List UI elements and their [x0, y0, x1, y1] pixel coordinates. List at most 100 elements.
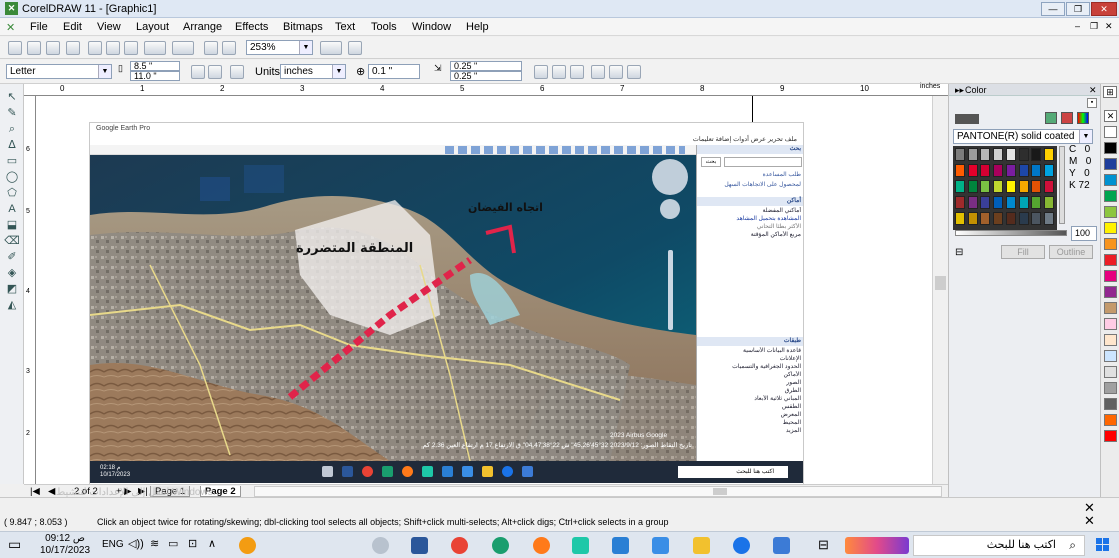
palette-swatch[interactable]: [1104, 126, 1117, 138]
ge-look-control-icon[interactable]: [652, 159, 688, 195]
text-tool-icon[interactable]: A: [4, 202, 20, 216]
ge-search-button[interactable]: بحث: [701, 157, 721, 167]
ge-mail-icon[interactable]: [442, 466, 453, 477]
taskbar-app-icon[interactable]: [372, 537, 389, 554]
color-models-icon[interactable]: [1061, 112, 1073, 124]
ellipse-tool-icon[interactable]: ◯: [4, 170, 20, 184]
duplicate-y-field[interactable]: 0.25 ": [450, 71, 522, 81]
doc-close-button[interactable]: ✕: [1105, 21, 1113, 32]
pantone-swatch[interactable]: [1031, 148, 1042, 161]
outline-button[interactable]: Outline: [1049, 245, 1093, 259]
pantone-swatch[interactable]: [1031, 180, 1042, 193]
pantone-swatch[interactable]: [1043, 148, 1054, 161]
zoom-tool-icon[interactable]: ⌕: [4, 122, 20, 136]
restore-button[interactable]: ❐: [1066, 2, 1090, 16]
pantone-swatch[interactable]: [1005, 180, 1016, 193]
page-height-field[interactable]: 11.0 ": [130, 71, 180, 81]
print-icon[interactable]: [66, 41, 80, 55]
tint-lock-icon[interactable]: ⊟: [955, 247, 963, 258]
new-icon[interactable]: [8, 41, 22, 55]
pantone-swatch[interactable]: [955, 148, 965, 161]
menu-tools[interactable]: Tools: [371, 21, 397, 33]
palette-swatch[interactable]: [1104, 270, 1117, 282]
swatch-scrollbar[interactable]: [1059, 146, 1065, 224]
ge-layer-item[interactable]: المزيد: [701, 427, 801, 435]
pantone-swatch[interactable]: [1018, 212, 1029, 225]
ge-task-search[interactable]: اكتب هنا للبحث: [678, 466, 788, 478]
ge-zoom-slider[interactable]: [668, 250, 673, 330]
freehand-tool-icon[interactable]: ᐃ: [4, 138, 20, 152]
ge-search-link-2[interactable]: لمحصول على الاتجاهات السهل: [701, 181, 801, 189]
menu-edit[interactable]: Edit: [63, 21, 82, 33]
pantone-swatch[interactable]: [1031, 164, 1042, 177]
treat-as-filled-icon[interactable]: [591, 65, 605, 79]
ge-layer-item[interactable]: الطرق: [701, 387, 801, 395]
ge-layer-item[interactable]: الطقس: [701, 403, 801, 411]
palette-swatch[interactable]: [1104, 302, 1117, 314]
pantone-swatch[interactable]: [993, 196, 1004, 209]
pantone-swatch[interactable]: [1043, 180, 1054, 193]
pantone-swatch[interactable]: [967, 148, 978, 161]
pantone-swatch[interactable]: [993, 212, 1004, 225]
palette-swatch[interactable]: [1104, 382, 1117, 394]
pantone-swatch[interactable]: [955, 164, 965, 177]
docker-collapse-icon[interactable]: ▪: [1087, 98, 1097, 108]
import-icon[interactable]: [204, 41, 218, 55]
pantone-swatch[interactable]: [993, 148, 1004, 161]
palette-swatch[interactable]: [1104, 238, 1117, 250]
palette-swatch[interactable]: [1104, 254, 1117, 266]
ge-edge-icon[interactable]: [382, 466, 393, 477]
menu-text[interactable]: Text: [335, 21, 355, 33]
ge-chrome-icon[interactable]: [362, 466, 373, 477]
palette-swatch[interactable]: [1104, 206, 1117, 218]
pantone-swatch[interactable]: [1018, 164, 1029, 177]
palette-swatch[interactable]: [1104, 398, 1117, 410]
pantone-swatch[interactable]: [1043, 212, 1054, 225]
ge-layer-item[interactable]: الصور: [701, 379, 801, 387]
ge-download-icon[interactable]: [522, 466, 533, 477]
snap-guidelines-icon[interactable]: [552, 65, 566, 79]
edge-icon[interactable]: [733, 537, 750, 554]
ge-layer-item[interactable]: المعرض: [701, 411, 801, 419]
polygon-tool-icon[interactable]: ⬠: [4, 186, 20, 200]
pantone-swatch[interactable]: [967, 196, 978, 209]
ge-move-control-icon[interactable]: [660, 199, 680, 219]
pantone-swatch[interactable]: [980, 164, 991, 177]
pantone-swatch[interactable]: [1005, 148, 1016, 161]
rectangle-tool-icon[interactable]: ▭: [4, 154, 20, 168]
ge-explorer-icon[interactable]: [482, 466, 493, 477]
pantone-swatch[interactable]: [1018, 196, 1029, 209]
menu-arrange[interactable]: Arrange: [183, 21, 222, 33]
tray-icon[interactable]: ⊡: [188, 537, 197, 550]
tint-slider[interactable]: [955, 230, 1067, 236]
mail-icon[interactable]: [612, 537, 629, 554]
chrome-icon[interactable]: [451, 537, 468, 554]
snap-objects-icon[interactable]: [570, 65, 584, 79]
palette-swatch[interactable]: [1104, 366, 1117, 378]
download-icon[interactable]: [773, 537, 790, 554]
ge-place-item[interactable]: المشاهدة بتحميل المشاهد: [701, 215, 801, 223]
draw-lines-icon[interactable]: [609, 65, 623, 79]
interactive-tool-icon[interactable]: ◩: [4, 282, 20, 296]
corel-online-icon[interactable]: [348, 41, 362, 55]
all-pages-icon[interactable]: [230, 65, 244, 79]
pantone-swatch[interactable]: [1031, 212, 1042, 225]
volume-icon[interactable]: ◁)): [128, 537, 144, 550]
color-palettes-icon[interactable]: [1077, 112, 1089, 124]
menu-view[interactable]: View: [97, 21, 121, 33]
language-indicator[interactable]: ENG: [102, 539, 124, 550]
application-launcher-icon[interactable]: [320, 41, 342, 55]
pantone-swatch[interactable]: [1043, 164, 1054, 177]
palette-swatch[interactable]: [1104, 142, 1117, 154]
palette-swatch[interactable]: [1104, 174, 1117, 186]
pantone-swatch[interactable]: [980, 148, 991, 161]
tint-field[interactable]: 100: [1071, 226, 1097, 241]
menu-layout[interactable]: Layout: [136, 21, 169, 33]
taskbar-search-box[interactable]: اكتب هنا للبحث ⌕: [913, 535, 1085, 556]
pantone-swatch-grid[interactable]: [953, 146, 1057, 230]
export-icon[interactable]: [222, 41, 236, 55]
menu-bitmaps[interactable]: Bitmaps: [283, 21, 323, 33]
eyedropper-tool-icon[interactable]: ⌫: [4, 234, 20, 248]
portrait-button[interactable]: [191, 65, 205, 79]
palette-swatch[interactable]: [1104, 286, 1117, 298]
